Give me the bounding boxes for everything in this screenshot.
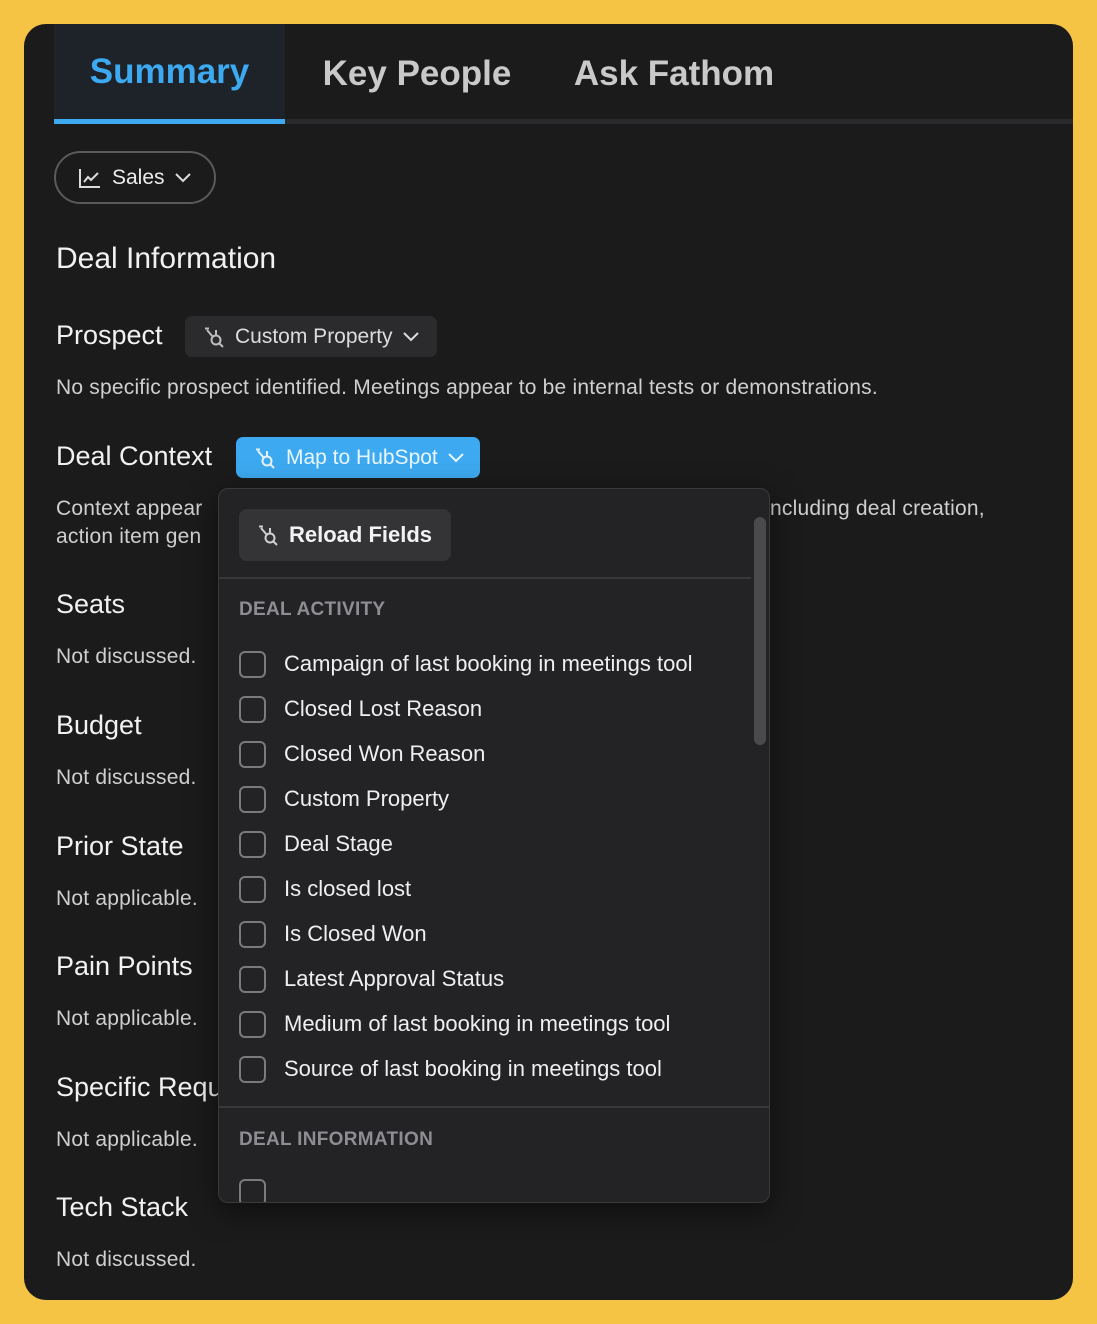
option-item[interactable]: Closed Won Reason: [239, 739, 485, 769]
map-to-hubspot-label: Map to HubSpot: [286, 445, 438, 469]
section-title-deal-activity: DEAL ACTIVITY: [239, 599, 386, 620]
option-item[interactable]: Latest Approval Status: [239, 964, 504, 994]
chevron-down-icon: [402, 331, 419, 341]
option-label: Source of last booking in meetings tool: [284, 1056, 662, 1081]
reload-fields-button[interactable]: Reload Fields: [239, 509, 451, 561]
deal-context-text-right: ncluding deal creation,: [770, 497, 985, 520]
tech-stack-label: Tech Stack: [56, 1192, 189, 1222]
section-heading: Deal Information: [56, 242, 277, 275]
hubspot-icon: [205, 327, 224, 348]
option-label: Campaign of last booking in meetings too…: [284, 651, 693, 676]
checkbox[interactable]: [239, 785, 266, 813]
section-title-deal-information: DEAL INFORMATION: [239, 1129, 434, 1150]
checkbox[interactable]: [239, 1010, 266, 1038]
prior-state-label: Prior State: [56, 831, 184, 861]
chevron-down-icon: [174, 172, 191, 182]
map-to-hubspot-button[interactable]: Map to HubSpot: [236, 437, 480, 478]
deal-context-text-line2: action item gen: [56, 525, 202, 548]
deal-context-text-line1: Context appear: [56, 497, 203, 520]
hubspot-icon: [256, 448, 275, 469]
tab-ask-fathom[interactable]: Ask Fathom: [549, 24, 799, 124]
option-label: Closed Won Reason: [284, 741, 486, 766]
hubspot-field-dropdown: Reload Fields DEAL ACTIVITY Campaign of …: [218, 488, 770, 1203]
option-item[interactable]: Custom Property: [239, 784, 449, 814]
option-label: Medium of last booking in meetings tool: [284, 1011, 671, 1036]
seats-label: Seats: [56, 589, 126, 619]
tab-summary[interactable]: Summary: [54, 24, 285, 124]
option-item[interactable]: Campaign of last booking in meetings too…: [239, 649, 692, 679]
checkbox[interactable]: [239, 920, 266, 948]
option-label: Latest Approval Status: [284, 966, 505, 991]
tab-bar: Summary Key People Ask Fathom: [54, 24, 1073, 124]
tab-key-people[interactable]: Key People: [285, 24, 549, 124]
option-label: Is Closed Won: [284, 921, 427, 946]
chevron-down-icon: [448, 452, 464, 462]
checkbox[interactable]: [239, 695, 266, 723]
checkbox[interactable]: [239, 965, 266, 993]
option-label: Closed Lost Reason: [284, 696, 483, 721]
reload-fields-label: Reload Fields: [289, 522, 433, 547]
checkbox[interactable]: [239, 1179, 266, 1202]
pain-points-label: Pain Points: [56, 951, 193, 981]
checkbox[interactable]: [239, 650, 266, 678]
divider: [219, 1106, 769, 1108]
line-chart-icon: [79, 168, 100, 188]
budget-text: Not discussed.: [56, 766, 197, 789]
option-item[interactable]: Is closed lost: [239, 874, 411, 904]
checkbox[interactable]: [239, 1055, 266, 1083]
checkbox[interactable]: [239, 740, 266, 768]
specific-requirements-text: Not applicable.: [56, 1128, 198, 1151]
checkbox[interactable]: [239, 875, 266, 903]
sales-filter-button[interactable]: Sales: [54, 151, 216, 204]
prospect-text: No specific prospect identified. Meeting…: [56, 376, 878, 399]
option-item[interactable]: Closed Lost Reason: [239, 694, 482, 724]
option-item[interactable]: Is Closed Won: [239, 919, 427, 949]
hubspot-icon: [259, 525, 278, 546]
specific-requirements-label: Specific Requ: [56, 1072, 223, 1102]
seats-text: Not discussed.: [56, 645, 197, 668]
divider: [219, 577, 751, 579]
option-label: Deal Stage: [284, 831, 393, 856]
prospect-label: Prospect: [56, 320, 163, 350]
deal-context-label: Deal Context: [56, 441, 213, 471]
prior-state-text: Not applicable.: [56, 887, 198, 910]
custom-property-label: Custom Property: [235, 324, 393, 348]
option-item[interactable]: Medium of last booking in meetings tool: [239, 1009, 670, 1039]
option-label: Custom Property: [284, 786, 450, 811]
budget-label: Budget: [56, 710, 142, 740]
dropdown-scrollbar[interactable]: [754, 517, 766, 745]
app-window: Summary Key People Ask Fathom Sales Deal…: [24, 24, 1073, 1300]
option-label: Is closed lost: [284, 876, 412, 901]
option-item[interactable]: Deal Stage: [239, 829, 393, 859]
option-item[interactable]: Source of last booking in meetings tool: [239, 1054, 662, 1084]
checkbox[interactable]: [239, 830, 266, 858]
pain-points-text: Not applicable.: [56, 1007, 198, 1030]
tech-stack-text: Not discussed.: [56, 1248, 197, 1271]
custom-property-button[interactable]: Custom Property: [185, 316, 437, 357]
sales-filter-label: Sales: [112, 165, 165, 189]
